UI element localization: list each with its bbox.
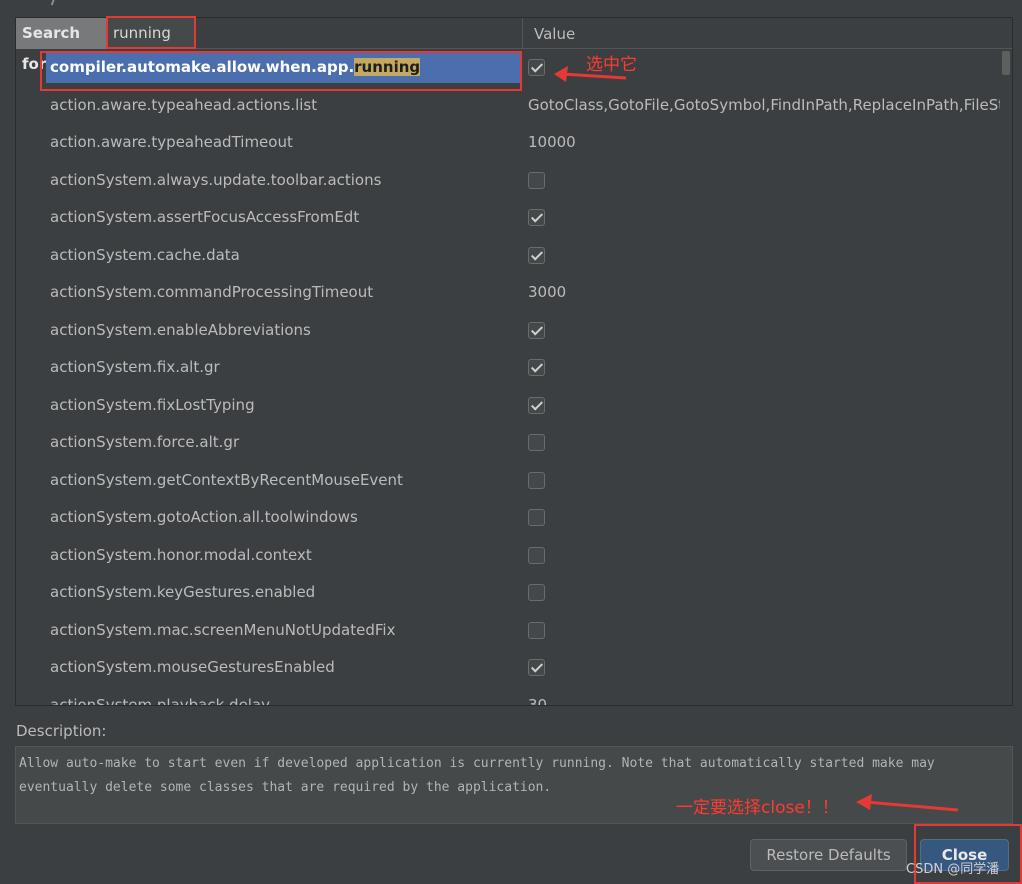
table-row[interactable]: actionSystem.fixLostTyping [16, 387, 1000, 424]
row-value[interactable]: 10000 [528, 124, 1000, 161]
value-column-header: Value [534, 25, 576, 43]
description-label: Description: [16, 722, 107, 740]
checkbox-checked[interactable] [528, 246, 545, 264]
table-row[interactable]: actionSystem.cache.data [16, 237, 1000, 274]
table-row[interactable]: actionSystem.fix.alt.gr [16, 349, 1000, 386]
dialog-top-edge [0, 0, 1022, 16]
table-row[interactable]: actionSystem.playback.delay 30 [16, 687, 1000, 706]
row-key: actionSystem.cache.data [50, 245, 240, 264]
must-close-annotation: 一定要选择close！！ [676, 798, 839, 818]
row-key: actionSystem.mac.screenMenuNotUpdatedFix [50, 620, 396, 639]
column-divider[interactable] [522, 18, 523, 49]
table-row[interactable]: actionSystem.mac.screenMenuNotUpdatedFix [16, 612, 1000, 649]
row-key: actionSystem.enableAbbreviations [50, 320, 311, 339]
row-key: actionSystem.fix.alt.gr [50, 358, 220, 376]
checkbox-checked[interactable] [528, 396, 545, 414]
search-label: Search for: [16, 18, 107, 73]
table-row[interactable]: actionSystem.force.alt.gr [16, 424, 1000, 461]
row-key: action.aware.typeaheadTimeout [50, 133, 293, 151]
row-key: actionSystem.fixLostTyping [50, 395, 255, 414]
row-value[interactable]: 3000 [528, 274, 1000, 311]
arrow-to-close-icon [856, 794, 959, 812]
row-key: action.aware.typeahead.actions.list [50, 95, 318, 114]
restore-defaults-button[interactable]: Restore Defaults [750, 839, 907, 871]
row-annotation-box [40, 51, 522, 91]
row-key: actionSystem.keyGestures.enabled [50, 583, 316, 601]
checkbox-checked[interactable] [528, 321, 545, 339]
row-value[interactable]: GotoClass,GotoFile,GotoSymbol,FindInPath… [528, 87, 1000, 124]
checkbox-unchecked[interactable] [528, 509, 545, 526]
checkbox-checked[interactable] [528, 359, 545, 376]
table-row[interactable]: actionSystem.keyGestures.enabled [16, 574, 1000, 611]
row-key: actionSystem.honor.modal.context [50, 545, 312, 564]
checkbox-checked[interactable] [528, 59, 545, 76]
table-row[interactable]: action.aware.typeahead.actions.list GotoC… [16, 87, 1000, 124]
table-row[interactable]: actionSystem.commandProcessingTimeout 300… [16, 274, 1000, 311]
description-line: Allow auto-make to start even if develop… [19, 756, 935, 771]
checkbox-checked[interactable] [528, 659, 545, 676]
table-row[interactable]: actionSystem.honor.modal.context [16, 537, 1000, 574]
table-row[interactable]: actionSystem.getContextByRecentMouseEven… [16, 462, 1000, 499]
table-row[interactable]: actionSystem.assertFocusAccessFromEdt [16, 199, 1000, 236]
table-body: compiler.automake.allow.when.app.running… [16, 49, 1000, 706]
row-key: actionSystem.getContextByRecentMouseEven… [50, 470, 403, 489]
vertical-scrollbar[interactable] [1000, 49, 1012, 705]
row-key: actionSystem.assertFocusAccessFromEdt [50, 208, 360, 226]
row-key: actionSystem.mouseGesturesEnabled [50, 658, 335, 676]
row-key: actionSystem.playback.delay [50, 695, 271, 706]
row-key: actionSystem.gotoAction.all.toolwindows [50, 508, 358, 526]
checkbox-unchecked[interactable] [528, 621, 545, 639]
row-key: actionSystem.always.update.toolbar.actio… [50, 170, 382, 189]
select-it-annotation: 选中它 [586, 55, 637, 75]
search-annotation-box [106, 16, 196, 49]
scrollbar-thumb[interactable] [1002, 51, 1010, 75]
row-key: actionSystem.force.alt.gr [50, 433, 240, 451]
row-key: actionSystem.commandProcessingTimeout [50, 283, 374, 301]
checkbox-unchecked[interactable] [528, 584, 545, 601]
table-row[interactable]: action.aware.typeaheadTimeout 10000 [16, 124, 1000, 161]
checkbox-unchecked[interactable] [528, 471, 545, 489]
watermark: CSDN @同学潘 [906, 862, 1000, 877]
checkbox-checked[interactable] [528, 209, 545, 226]
row-value[interactable]: 30 [528, 687, 1000, 706]
registry-table: Search for: Value compiler.automake.allo… [15, 17, 1013, 706]
toolbar-icon [26, 0, 40, 4]
checkbox-unchecked[interactable] [528, 434, 545, 451]
checkbox-unchecked[interactable] [528, 171, 545, 189]
checkbox-unchecked[interactable] [528, 546, 545, 564]
table-row[interactable]: actionSystem.always.update.toolbar.actio… [16, 162, 1000, 199]
toolbar-icon [50, 0, 60, 7]
table-row[interactable]: actionSystem.mouseGesturesEnabled [16, 649, 1000, 686]
table-row[interactable]: actionSystem.gotoAction.all.toolwindows [16, 499, 1000, 536]
table-row[interactable]: actionSystem.enableAbbreviations [16, 312, 1000, 349]
